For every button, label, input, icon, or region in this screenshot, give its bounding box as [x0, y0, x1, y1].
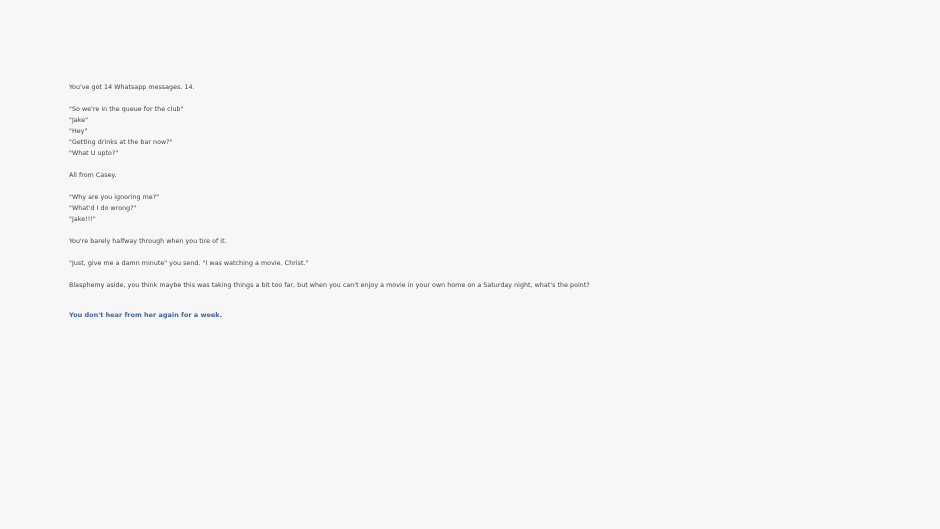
story-passage: You've got 14 Whatsapp messages. 14. "So…: [69, 82, 889, 332]
choice-paragraph: You don't hear from her again for a week…: [69, 302, 889, 321]
halfway-paragraph: You're barely halfway through when you t…: [69, 236, 889, 247]
message-line: "What U upto?": [69, 150, 119, 157]
story-choice-link[interactable]: You don't hear from her again for a week…: [69, 310, 222, 321]
halfway-text: You're barely halfway through when you t…: [69, 238, 227, 245]
reply-text: "Just, give me a damn minute" you send. …: [69, 260, 309, 267]
intro-text: You've got 14 Whatsapp messages. 14.: [69, 84, 195, 91]
message-line: "Jake": [69, 117, 89, 124]
messages-block-2: "Why are you ignoring me?" "What'd I do …: [69, 192, 889, 225]
message-line: "Hey": [69, 128, 88, 135]
reply-paragraph: "Just, give me a damn minute" you send. …: [69, 258, 889, 269]
message-line: "What'd I do wrong?": [69, 205, 137, 212]
from-text: All from Casey.: [69, 172, 117, 179]
message-line: "Jake!!!": [69, 216, 96, 223]
intro-paragraph: You've got 14 Whatsapp messages. 14.: [69, 82, 889, 93]
messages-block-1: "So we're in the queue for the club" "Ja…: [69, 104, 889, 159]
from-paragraph: All from Casey.: [69, 170, 889, 181]
blasphemy-paragraph: Blasphemy aside, you think maybe this wa…: [69, 280, 889, 291]
message-line: "Why are you ignoring me?": [69, 194, 160, 201]
message-line: "So we're in the queue for the club": [69, 106, 184, 113]
blasphemy-text: Blasphemy aside, you think maybe this wa…: [69, 282, 590, 289]
message-line: "Getting drinks at the bar now?": [69, 139, 173, 146]
